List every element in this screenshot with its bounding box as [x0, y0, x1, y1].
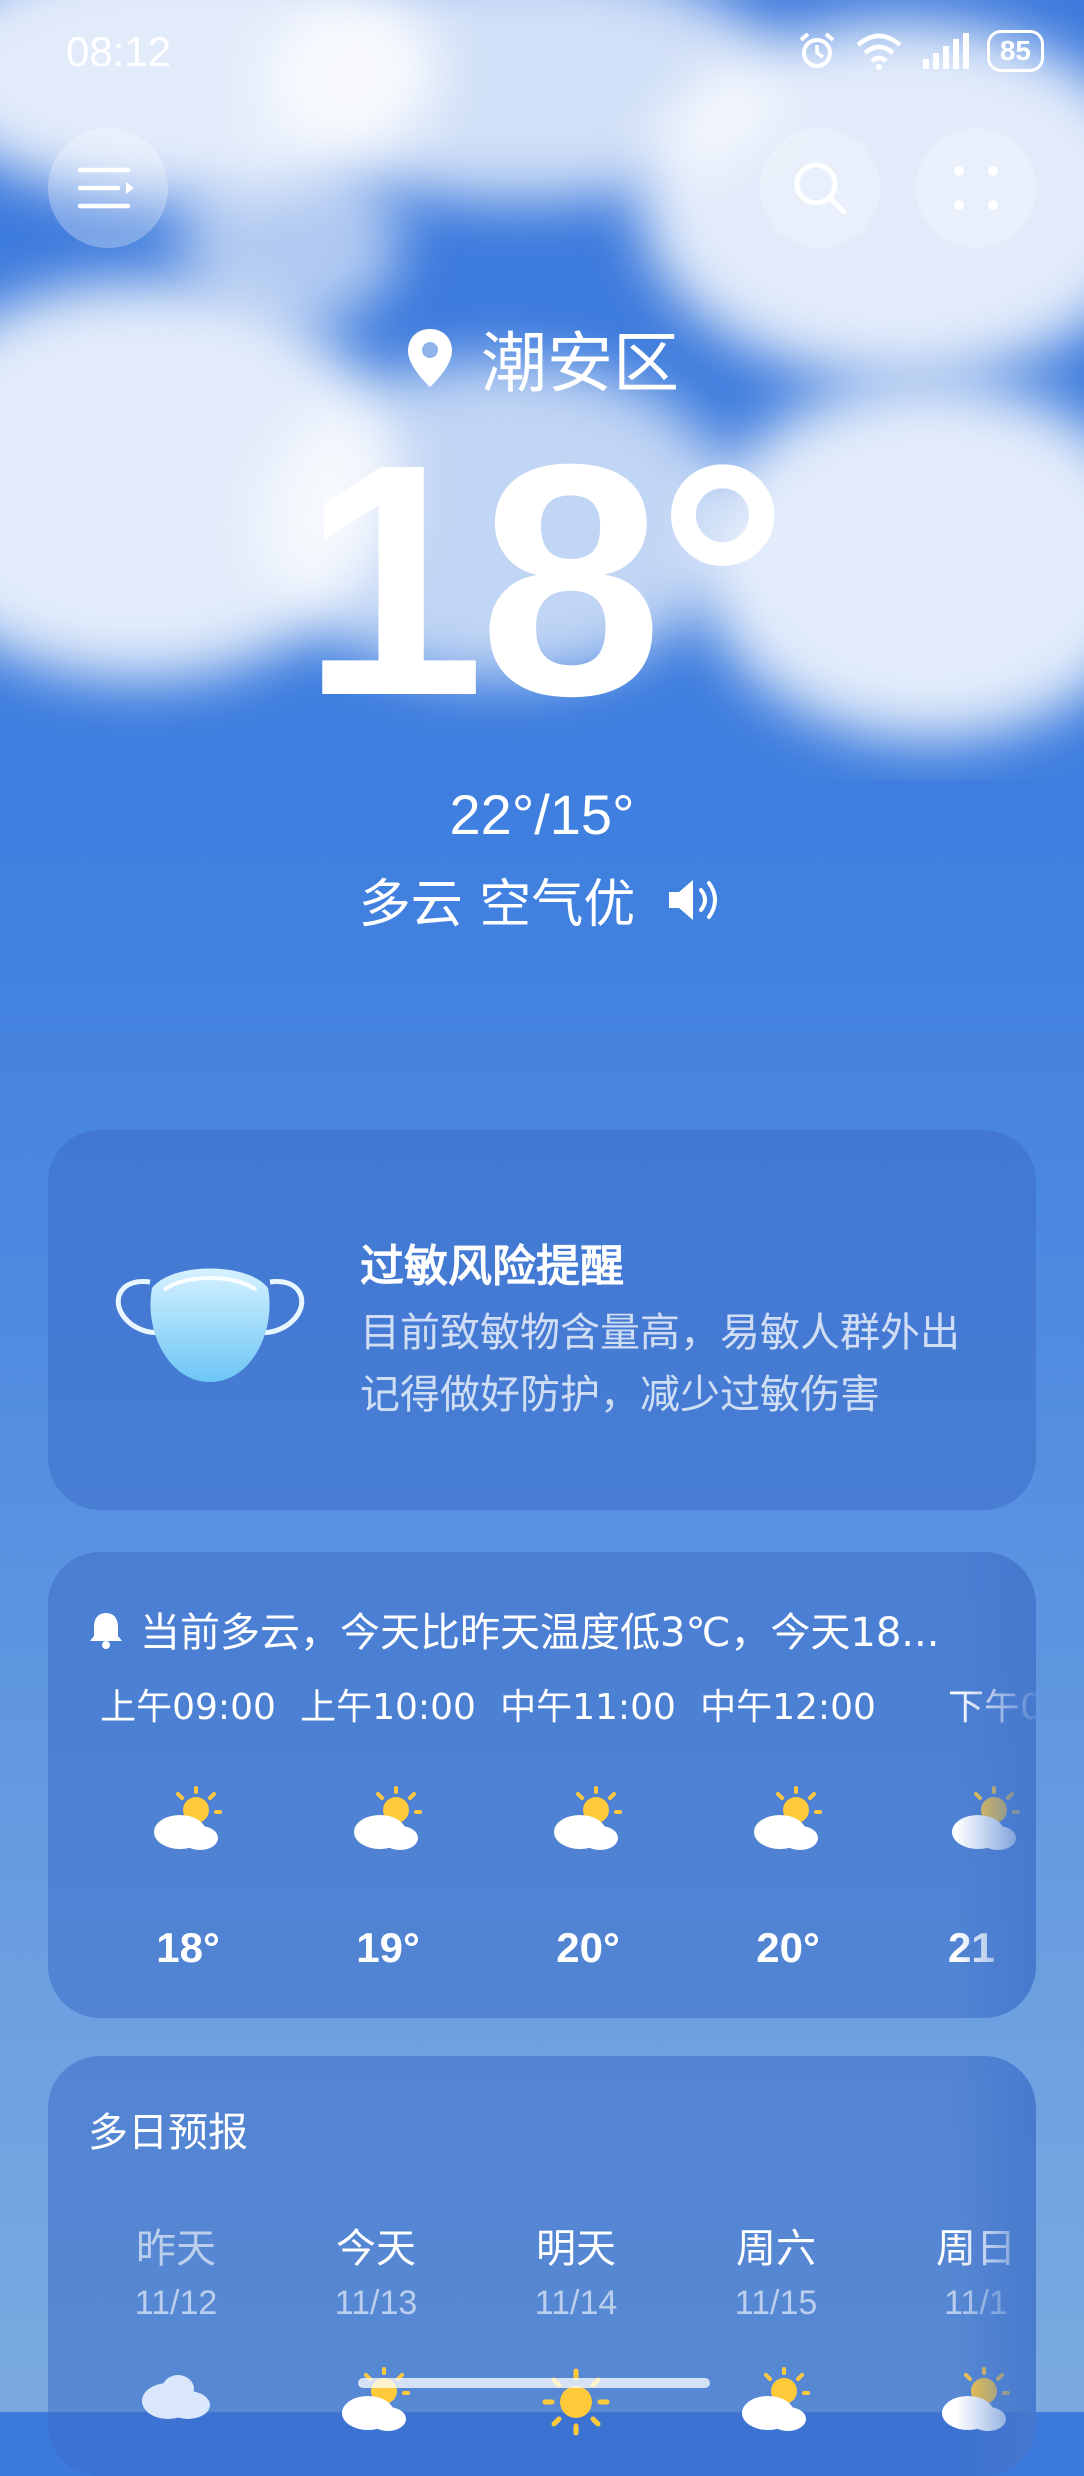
- partly-cloudy-icon: [354, 1786, 422, 1850]
- hour-temp: 21: [948, 1924, 995, 1971]
- hour-temp: 19°: [356, 1924, 420, 1971]
- hour-item: 下午0 21: [888, 1678, 1036, 1972]
- day-name: 明天: [536, 2226, 616, 2272]
- hourly-summary-text: 当前多云，今天比昨天温度低3℃，今天18...: [140, 1610, 940, 1656]
- day-date: 11/1: [944, 2284, 1008, 2322]
- hour-time: 下午0: [948, 1687, 1036, 1728]
- cloud-icon: [142, 2375, 210, 2419]
- day-name: 周六: [736, 2226, 816, 2272]
- day-name: 昨天: [136, 2226, 216, 2272]
- location-name: 潮安区: [481, 325, 679, 402]
- daily-forecast-card[interactable]: 多日预报 昨天 11/12 今天 11/13 明天 11/14 周六 11/15…: [48, 2056, 1036, 2476]
- battery-indicator: 85: [986, 30, 1044, 72]
- status-icons: 85: [797, 30, 1044, 72]
- more-options-button[interactable]: [916, 128, 1036, 248]
- face-mask-icon: [115, 1268, 305, 1382]
- menu-icon: [78, 167, 134, 209]
- current-condition: 多云 空气优: [0, 862, 1084, 937]
- partly-cloudy-icon: [754, 1786, 822, 1850]
- dots-grid-icon: [954, 166, 998, 210]
- day-item[interactable]: 昨天 11/12: [76, 2216, 276, 2437]
- day-item[interactable]: 明天 11/14: [476, 2216, 676, 2437]
- partly-cloudy-icon: [942, 2367, 1010, 2431]
- day-date: 11/15: [734, 2284, 818, 2322]
- partly-cloudy-icon: [952, 1786, 1020, 1850]
- menu-button[interactable]: [48, 128, 168, 248]
- hour-item: 中午11:00 20°: [488, 1678, 688, 1972]
- hourly-row[interactable]: 上午09:00 18° 上午10:00 19° 中午11:00 20° 中午12…: [48, 1678, 1036, 2008]
- hour-item: 中午12:00 20°: [688, 1678, 888, 1972]
- hour-temp: 20°: [756, 1924, 820, 1971]
- hourly-forecast-card[interactable]: 当前多云，今天比昨天温度低3℃，今天18... 上午09:00 18° 上午10…: [48, 1552, 1036, 2018]
- partly-cloudy-icon: [154, 1786, 222, 1850]
- hour-time: 中午12:00: [700, 1687, 876, 1728]
- daily-title: 多日预报: [88, 2110, 248, 2156]
- location-header[interactable]: 潮安区: [0, 310, 1084, 406]
- allergy-line-1: 目前致敏物含量高，易敏人群外出: [360, 1310, 960, 1356]
- partly-cloudy-icon: [554, 1786, 622, 1850]
- hourly-summary: 当前多云，今天比昨天温度低3℃，今天18...: [88, 1600, 939, 1658]
- home-indicator[interactable]: [358, 2378, 710, 2388]
- day-item[interactable]: 周日 11/1: [876, 2216, 1036, 2437]
- partly-cloudy-icon: [742, 2367, 810, 2431]
- condition-text: 多云 空气优: [358, 875, 636, 935]
- current-temperature: 18°: [301, 395, 788, 764]
- day-item[interactable]: 周六 11/15: [676, 2216, 876, 2437]
- signal-icon: [922, 33, 969, 69]
- allergy-description: 目前致敏物含量高，易敏人群外出 记得做好防护，减少过敏伤害: [360, 1302, 1010, 1426]
- high-low-temperature: 22°/15°: [449, 783, 635, 846]
- day-date: 11/14: [534, 2284, 618, 2322]
- partly-cloudy-icon: [342, 2367, 410, 2431]
- hour-temp: 20°: [556, 1924, 620, 1971]
- hour-time: 中午11:00: [500, 1687, 676, 1728]
- hour-item: 上午09:00 18°: [88, 1678, 288, 1972]
- allergy-card[interactable]: 过敏风险提醒 目前致敏物含量高，易敏人群外出 记得做好防护，减少过敏伤害: [48, 1130, 1036, 1510]
- speaker-icon[interactable]: [665, 875, 725, 925]
- alarm-icon: [799, 32, 835, 68]
- hour-item: 上午10:00 19°: [288, 1678, 488, 1972]
- day-name: 周日: [936, 2226, 1016, 2272]
- search-button[interactable]: [760, 128, 880, 248]
- bell-icon: [90, 1613, 122, 1649]
- allergy-line-2: 记得做好防护，减少过敏伤害: [360, 1372, 880, 1418]
- hour-time: 上午09:00: [100, 1687, 276, 1728]
- status-bar: 08:12 85: [0, 0, 1084, 110]
- day-date: 11/12: [134, 2284, 218, 2322]
- day-date: 11/13: [334, 2284, 418, 2322]
- day-item[interactable]: 今天 11/13: [276, 2216, 476, 2437]
- day-name: 今天: [336, 2226, 416, 2272]
- location-pin-icon: [408, 329, 452, 387]
- allergy-title: 过敏风险提醒: [360, 1241, 624, 1292]
- wifi-icon: [856, 33, 902, 70]
- status-time: 08:12: [66, 28, 172, 75]
- search-icon: [794, 162, 847, 215]
- hour-time: 上午10:00: [300, 1687, 476, 1728]
- hour-temp: 18°: [156, 1924, 220, 1971]
